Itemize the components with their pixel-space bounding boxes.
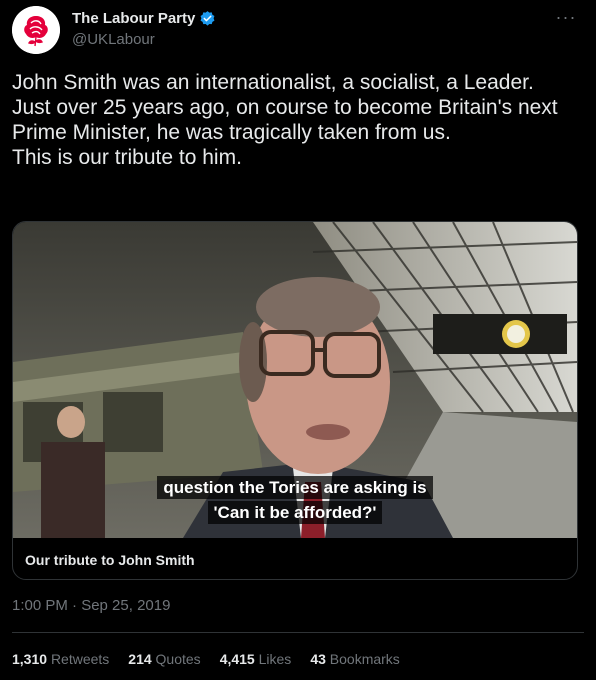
retweets-count: 1,310	[12, 651, 48, 667]
bookmarks-stat[interactable]: 43 Bookmarks	[310, 651, 400, 667]
avatar[interactable]	[12, 6, 60, 54]
display-name[interactable]: The Labour Party	[72, 10, 195, 27]
quotes-label: Quotes	[155, 651, 201, 667]
retweets-stat[interactable]: 1,310 Retweets	[12, 651, 109, 667]
labour-rose-icon	[12, 6, 60, 54]
bookmarks-label: Bookmarks	[329, 651, 400, 667]
handle[interactable]: @UKLabour	[72, 31, 155, 48]
retweets-label: Retweets	[50, 651, 110, 667]
subtitle-line-1: question the Tories are asking is	[13, 475, 577, 500]
media-card[interactable]: question the Tories are asking is 'Can i…	[12, 221, 578, 580]
more-options-icon[interactable]: ···	[552, 8, 580, 30]
bookmarks-count: 43	[310, 651, 326, 667]
verified-badge-icon	[200, 11, 215, 26]
likes-stat[interactable]: 4,415 Likes	[220, 651, 292, 667]
likes-label: Likes	[258, 651, 292, 667]
media-caption: Our tribute to John Smith	[25, 552, 195, 568]
engagement-stats: 1,310 Retweets 214 Quotes 4,415 Likes 43…	[12, 651, 419, 667]
likes-count: 4,415	[219, 651, 255, 667]
tweet-header: The Labour Party @UKLabour ···	[12, 6, 584, 62]
name-row: The Labour Party	[72, 10, 216, 27]
subtitle-line-2: 'Can it be afforded?'	[13, 500, 577, 525]
divider	[12, 632, 584, 633]
quotes-stat[interactable]: 214 Quotes	[128, 651, 200, 667]
tweet-timestamp[interactable]: 1:00 PM · Sep 25, 2019	[12, 597, 170, 614]
tweet-text: John Smith was an internationalist, a so…	[12, 71, 558, 169]
quotes-count: 214	[128, 651, 152, 667]
